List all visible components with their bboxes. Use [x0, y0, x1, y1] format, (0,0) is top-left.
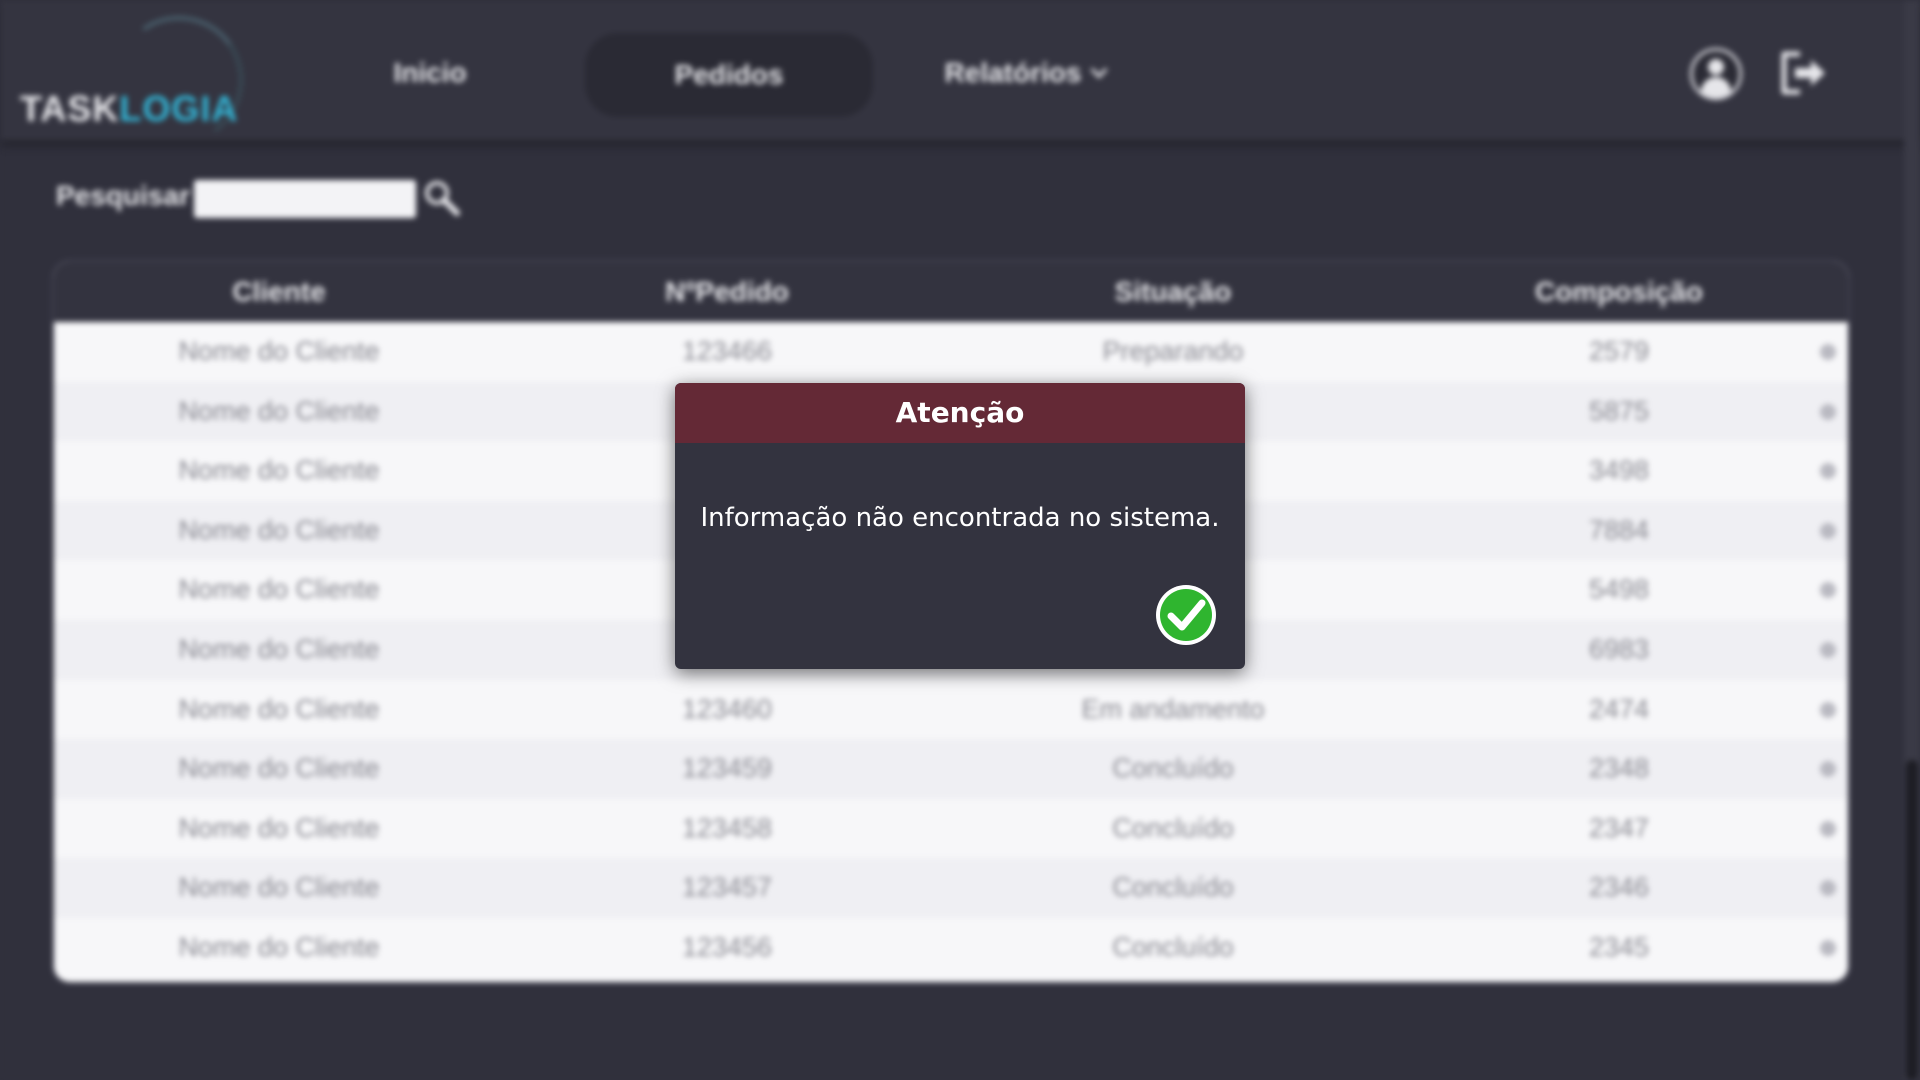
table-row[interactable]: Nome do Cliente 123460 Em andamento 2474	[54, 679, 1848, 740]
cell-situacao: Concluído	[1112, 872, 1234, 903]
cell-cliente: Nome do Cliente	[178, 336, 380, 366]
cell-composicao: 2348	[1588, 753, 1650, 784]
cell-npedido: 123466	[681, 336, 773, 366]
cell-cliente: Nome do Cliente	[178, 753, 380, 784]
cell-cliente: Nome do Cliente	[178, 872, 380, 903]
row-action-icon[interactable]	[1820, 522, 1836, 539]
row-action-icon[interactable]	[1820, 344, 1836, 360]
table-header: Cliente NºPedido Situação Composição	[54, 262, 1848, 322]
cell-situacao: Em andamento	[1081, 693, 1265, 724]
row-action-icon[interactable]	[1820, 940, 1836, 956]
column-header-npedido[interactable]: NºPedido	[504, 262, 950, 322]
table-row[interactable]: Nome do Cliente 123466 Preparando 2579	[54, 322, 1848, 382]
cell-composicao: 2474	[1588, 693, 1650, 724]
cell-cliente: Nome do Cliente	[178, 574, 380, 605]
logo-text: TASKLOGIA	[20, 88, 238, 130]
cell-composicao: 2347	[1588, 812, 1650, 843]
nav-relatorios-label: Relatórios	[944, 57, 1082, 88]
cell-cliente: Nome do Cliente	[178, 634, 380, 664]
cell-npedido: 123459	[681, 753, 773, 784]
column-header-composicao[interactable]: Composição	[1396, 262, 1842, 322]
search-input[interactable]	[194, 180, 416, 218]
alert-dialog-title: Atenção	[675, 383, 1245, 443]
cell-composicao: 5875	[1588, 395, 1650, 426]
tasklogia-logo[interactable]: TASKLOGIA	[20, 5, 270, 155]
cell-npedido: 123457	[681, 872, 773, 903]
nav-inicio[interactable]: Inicio	[370, 40, 490, 106]
top-navbar: TASKLOGIA Inicio Pedidos Relatórios	[0, 0, 1920, 155]
alert-dialog-message: Informação não encontrada no sistema.	[700, 503, 1220, 533]
cell-cliente: Nome do Cliente	[178, 514, 380, 545]
nav-pedidos[interactable]: Pedidos	[585, 33, 873, 117]
chevron-down-icon	[1090, 61, 1108, 79]
column-header-situacao[interactable]: Situação	[950, 262, 1396, 322]
cell-npedido: 123458	[681, 812, 773, 843]
logout-icon[interactable]	[1778, 50, 1828, 96]
cell-composicao: 5498	[1588, 574, 1650, 605]
row-action-icon[interactable]	[1820, 701, 1836, 718]
cell-npedido: 123456	[681, 932, 773, 962]
cell-composicao: 2345	[1588, 932, 1650, 962]
search-label: Pesquisar	[56, 180, 190, 211]
cell-composicao: 6983	[1588, 634, 1650, 664]
logo-text-task: TASK	[20, 88, 120, 129]
cell-cliente: Nome do Cliente	[178, 812, 380, 843]
cell-cliente: Nome do Cliente	[178, 693, 380, 724]
cell-composicao: 7884	[1588, 514, 1650, 545]
logo-text-logia: LOGIA	[119, 88, 239, 129]
table-row[interactable]: Nome do Cliente 123459 Concluído 2348	[54, 739, 1848, 799]
cell-cliente: Nome do Cliente	[178, 932, 380, 962]
user-icon-head	[1708, 59, 1724, 75]
user-icon[interactable]	[1690, 48, 1742, 100]
row-action-icon[interactable]	[1820, 820, 1836, 837]
cell-situacao: Concluído	[1112, 812, 1234, 843]
nav-inicio-label: Inicio	[393, 57, 467, 88]
cell-composicao: 2579	[1588, 336, 1650, 366]
cell-cliente: Nome do Cliente	[178, 395, 380, 426]
search-icon[interactable]	[422, 178, 462, 218]
cell-composicao: 3498	[1588, 455, 1650, 486]
scrollbar-thumb[interactable]	[1906, 760, 1918, 1080]
cell-npedido: 123460	[681, 693, 773, 724]
user-icon-body	[1701, 77, 1731, 97]
cell-situacao: Preparando	[1102, 336, 1244, 366]
nav-relatorios-dropdown[interactable]: Relatórios	[935, 40, 1115, 106]
cell-situacao: Concluído	[1112, 753, 1234, 784]
alert-dialog: Atenção Informação não encontrada no sis…	[675, 383, 1245, 669]
check-circle-icon[interactable]	[1154, 583, 1218, 647]
table-row[interactable]: Nome do Cliente 123458 Concluído 2347	[54, 798, 1848, 859]
table-row[interactable]: Nome do Cliente 123456 Concluído 2345	[54, 918, 1848, 978]
table-row[interactable]: Nome do Cliente 123457 Concluído 2346	[54, 858, 1848, 918]
cell-composicao: 2346	[1588, 872, 1650, 903]
cell-situacao: Concluído	[1112, 932, 1234, 962]
row-action-icon[interactable]	[1820, 642, 1836, 658]
row-action-icon[interactable]	[1820, 403, 1836, 420]
column-header-cliente[interactable]: Cliente	[54, 262, 504, 322]
logo-arc	[104, 5, 254, 155]
cell-cliente: Nome do Cliente	[178, 455, 380, 486]
nav-pedidos-label: Pedidos	[674, 59, 784, 90]
